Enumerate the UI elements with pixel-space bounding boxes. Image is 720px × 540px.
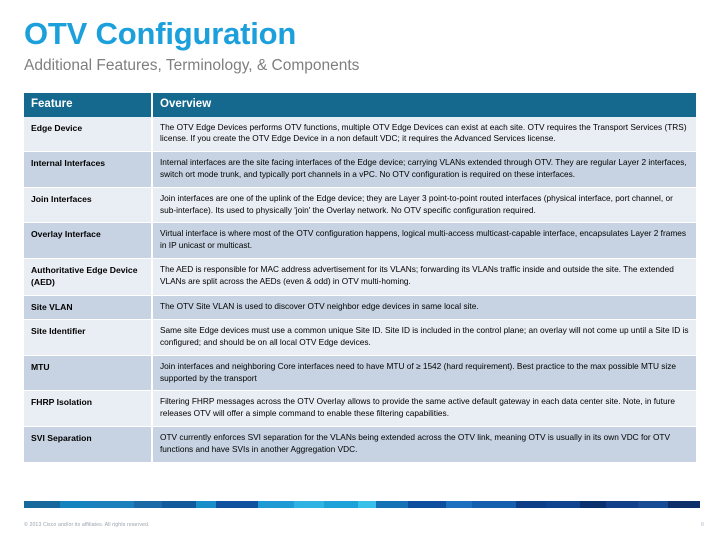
table-row: Site VLAN The OTV Site VLAN is used to di…: [24, 295, 696, 321]
column-header-overview: Overview: [152, 93, 696, 117]
cell-feature: Internal Interfaces: [24, 151, 153, 188]
cell-feature: Site VLAN: [24, 295, 153, 321]
cell-overview: Same site Edge devices must use a common…: [152, 319, 696, 356]
table-row: Authoritative Edge Device (AED) The AED i…: [24, 258, 696, 296]
footer-bar-segment: [668, 501, 700, 508]
cell-feature: Authoritative Edge Device (AED): [24, 258, 153, 296]
footer-bar-segment: [90, 501, 134, 508]
table-header: Feature Overview: [24, 93, 696, 117]
footer-bar-segment: [516, 501, 546, 508]
cell-overview: The OTV Edge Devices performs OTV functi…: [152, 116, 696, 153]
cell-overview: OTV currently enforces SVI separation fo…: [152, 426, 696, 463]
cell-feature: Join Interfaces: [24, 187, 153, 224]
title-block: OTV Configuration Additional Features, T…: [24, 16, 696, 75]
cell-overview: Internal interfaces are the site facing …: [152, 151, 696, 188]
cell-overview: The AED is responsible for MAC address a…: [152, 258, 696, 296]
footer-bar-segment: [446, 501, 472, 508]
footer-copyright: © 2013 Cisco and/or its affiliates. All …: [24, 522, 150, 528]
footer-bar-segment: [258, 501, 294, 508]
cell-feature: Site Identifier: [24, 319, 153, 356]
table-header-row: Feature Overview: [24, 93, 696, 117]
cell-overview: Filtering FHRP messages across the OTV O…: [152, 390, 696, 427]
table-row: Edge Device The OTV Edge Devices performs…: [24, 116, 696, 153]
footer-bar-segment: [60, 501, 90, 508]
cell-overview: Join interfaces and neighboring Core int…: [152, 355, 696, 392]
footer-bar-segment: [134, 501, 162, 508]
cell-feature: MTU: [24, 355, 153, 392]
page-subtitle: Additional Features, Terminology, & Comp…: [24, 56, 360, 74]
footer-bar-segment: [546, 501, 580, 508]
column-header-feature: Feature: [24, 93, 153, 117]
table-row: Join Interfaces Join interfaces are one o…: [24, 187, 696, 224]
table-row: MTU Join interfaces and neighboring Core …: [24, 355, 696, 392]
footer-bar-segment: [162, 501, 196, 508]
feature-overview-table: Feature Overview Edge Device The OTV Edge…: [24, 93, 696, 463]
footer-bar-segment: [606, 501, 638, 508]
cell-overview: Join interfaces are one of the uplink of…: [152, 187, 696, 224]
footer-color-bar: [0, 501, 720, 508]
footer-bar-segment: [376, 501, 408, 508]
cell-overview: The OTV Site VLAN is used to discover OT…: [152, 295, 696, 321]
cell-feature: SVI Separation: [24, 426, 153, 463]
table-row: SVI Separation OTV currently enforces SVI…: [24, 426, 696, 463]
footer-bar-segment: [324, 501, 358, 508]
cell-overview: Virtual interface is where most of the O…: [152, 222, 696, 259]
footer-bar-segment: [294, 501, 324, 508]
footer-bar-segment: [580, 501, 606, 508]
footer-bar-segment: [24, 501, 60, 508]
table-row: Site Identifier Same site Edge devices mu…: [24, 319, 696, 356]
table-row: FHRP Isolation Filtering FHRP messages ac…: [24, 390, 696, 427]
footer-bar-segment: [358, 501, 376, 508]
footer-bar-segment: [216, 501, 258, 508]
footer-bar-segment: [638, 501, 668, 508]
slide-canvas: OTV Configuration Additional Features, T…: [0, 0, 720, 540]
table-row: Internal Interfaces Internal interfaces a…: [24, 151, 696, 188]
table-row: Overlay Interface Virtual interface is wh…: [24, 222, 696, 259]
table-body: Edge Device The OTV Edge Devices performs…: [24, 116, 696, 463]
page-title: OTV Configuration: [24, 16, 297, 51]
cell-feature: Overlay Interface: [24, 222, 153, 259]
footer-bar-segment: [196, 501, 216, 508]
cell-feature: Edge Device: [24, 116, 153, 153]
cell-feature: FHRP Isolation: [24, 390, 153, 427]
footer-bar-segment: [408, 501, 446, 508]
footer-bar-segment: [472, 501, 516, 508]
footer-page-number: 8: [700, 522, 704, 528]
footer-bar-segment: [0, 501, 24, 508]
